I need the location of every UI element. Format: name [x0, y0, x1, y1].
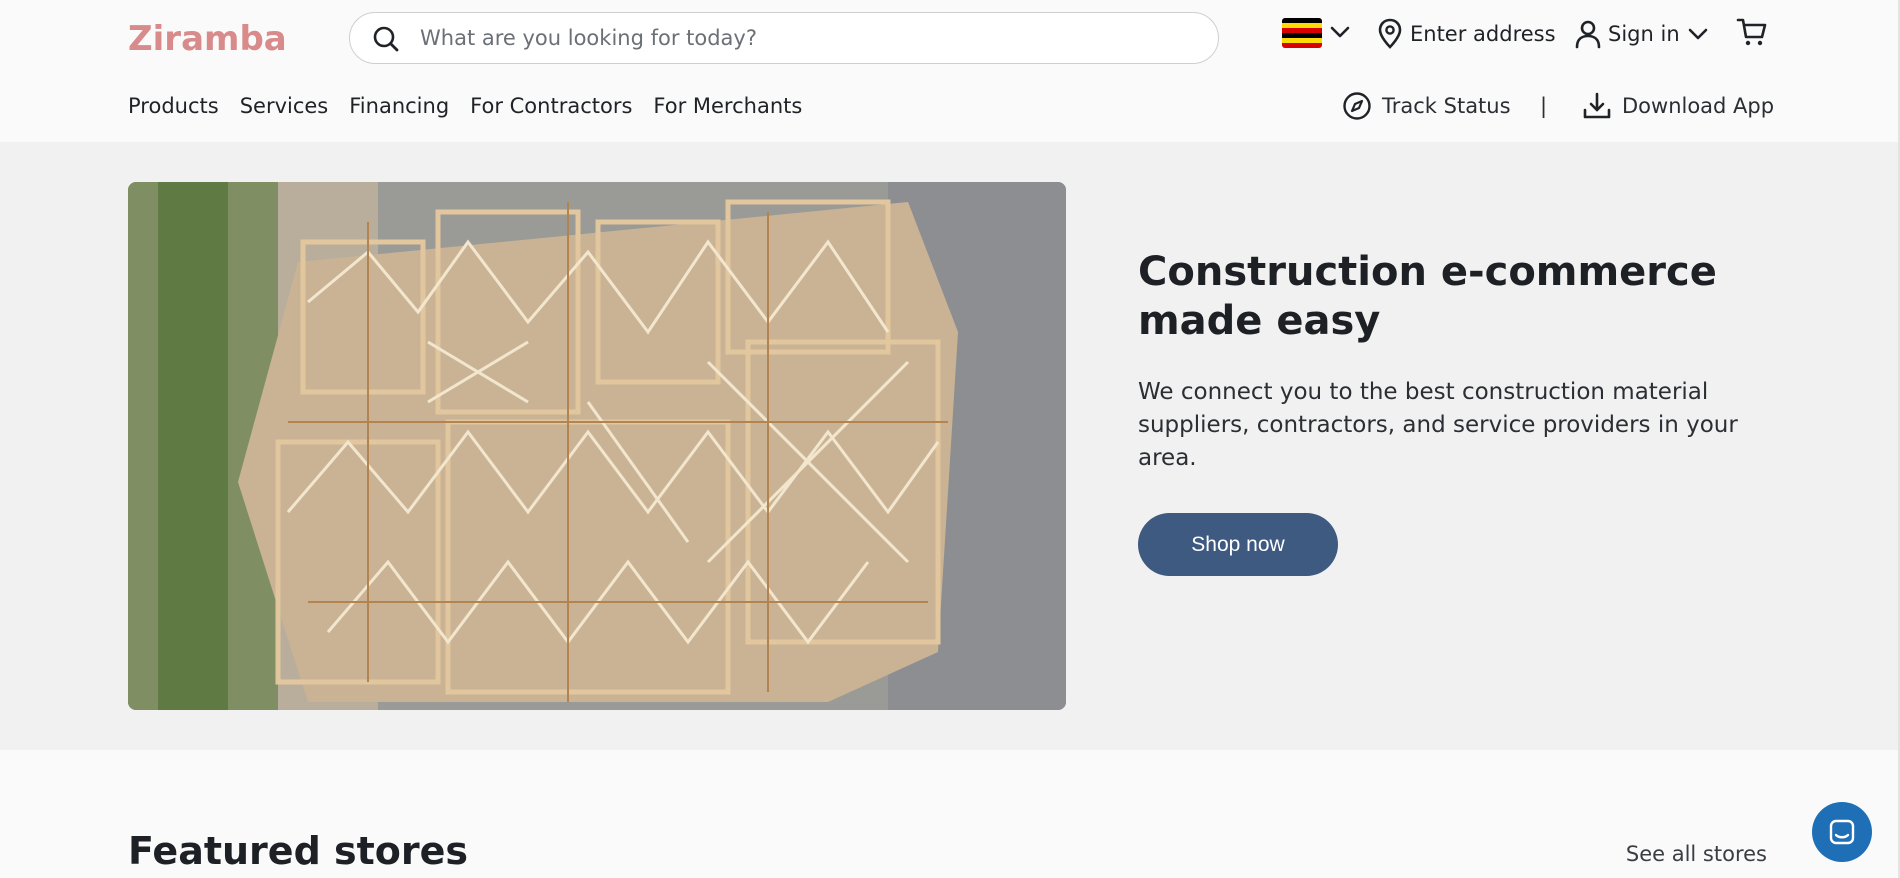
cart-icon[interactable] — [1736, 16, 1768, 48]
brand-logo[interactable]: Ziramba — [128, 20, 287, 58]
construction-aerial-image — [128, 182, 1066, 710]
featured-stores-title: Featured stores — [128, 829, 469, 873]
chevron-down-icon[interactable] — [1330, 24, 1350, 40]
chevron-down-icon — [1688, 28, 1707, 40]
track-status-link[interactable]: Track Status — [1342, 90, 1511, 122]
nav-products[interactable]: Products — [128, 90, 219, 122]
shop-now-button[interactable]: Shop now — [1138, 513, 1338, 576]
hero-description: We connect you to the best construction … — [1138, 379, 1738, 471]
search-bar[interactable]: What are you looking for today? — [349, 12, 1219, 64]
sign-in-button[interactable]: Sign in — [1574, 16, 1714, 52]
compass-icon — [1343, 92, 1371, 120]
enter-address-label: Enter address — [1410, 22, 1556, 46]
country-flag-icon[interactable] — [1282, 18, 1322, 48]
chat-icon — [1829, 819, 1855, 845]
brand-logo-text[interactable]: Ziramba — [128, 19, 287, 59]
featured-stores-section: Featured stores See all stores — [0, 750, 1900, 878]
user-icon — [1575, 20, 1601, 49]
nav-for-contractors[interactable]: For Contractors — [470, 90, 632, 122]
nav-services[interactable]: Services — [240, 90, 329, 122]
chat-launcher-button[interactable] — [1812, 802, 1872, 862]
track-status-label: Track Status — [1382, 94, 1511, 118]
nav-separator: | — [1540, 94, 1548, 118]
enter-address-button[interactable]: Enter address — [1376, 16, 1556, 52]
search-input[interactable]: What are you looking for today? — [420, 13, 757, 63]
hero-section: Construction e-commerce made easy We con… — [0, 142, 1900, 750]
nav-for-merchants[interactable]: For Merchants — [653, 90, 802, 122]
nav-financing[interactable]: Financing — [349, 90, 449, 122]
site-header: Ziramba What are you looking for today? … — [0, 0, 1900, 142]
hero-title: Construction e-commerce made easy — [1138, 249, 1717, 344]
hero-image — [128, 182, 1066, 710]
see-all-stores-link[interactable]: See all stores — [1626, 840, 1767, 868]
download-app-label: Download App — [1622, 94, 1775, 118]
download-app-link[interactable]: Download App — [1582, 90, 1774, 122]
main-nav: Products Services Financing For Contract… — [128, 90, 823, 122]
location-pin-icon — [1378, 18, 1402, 49]
search-icon[interactable] — [372, 25, 400, 53]
download-icon — [1583, 92, 1611, 119]
sign-in-label: Sign in — [1608, 22, 1680, 46]
